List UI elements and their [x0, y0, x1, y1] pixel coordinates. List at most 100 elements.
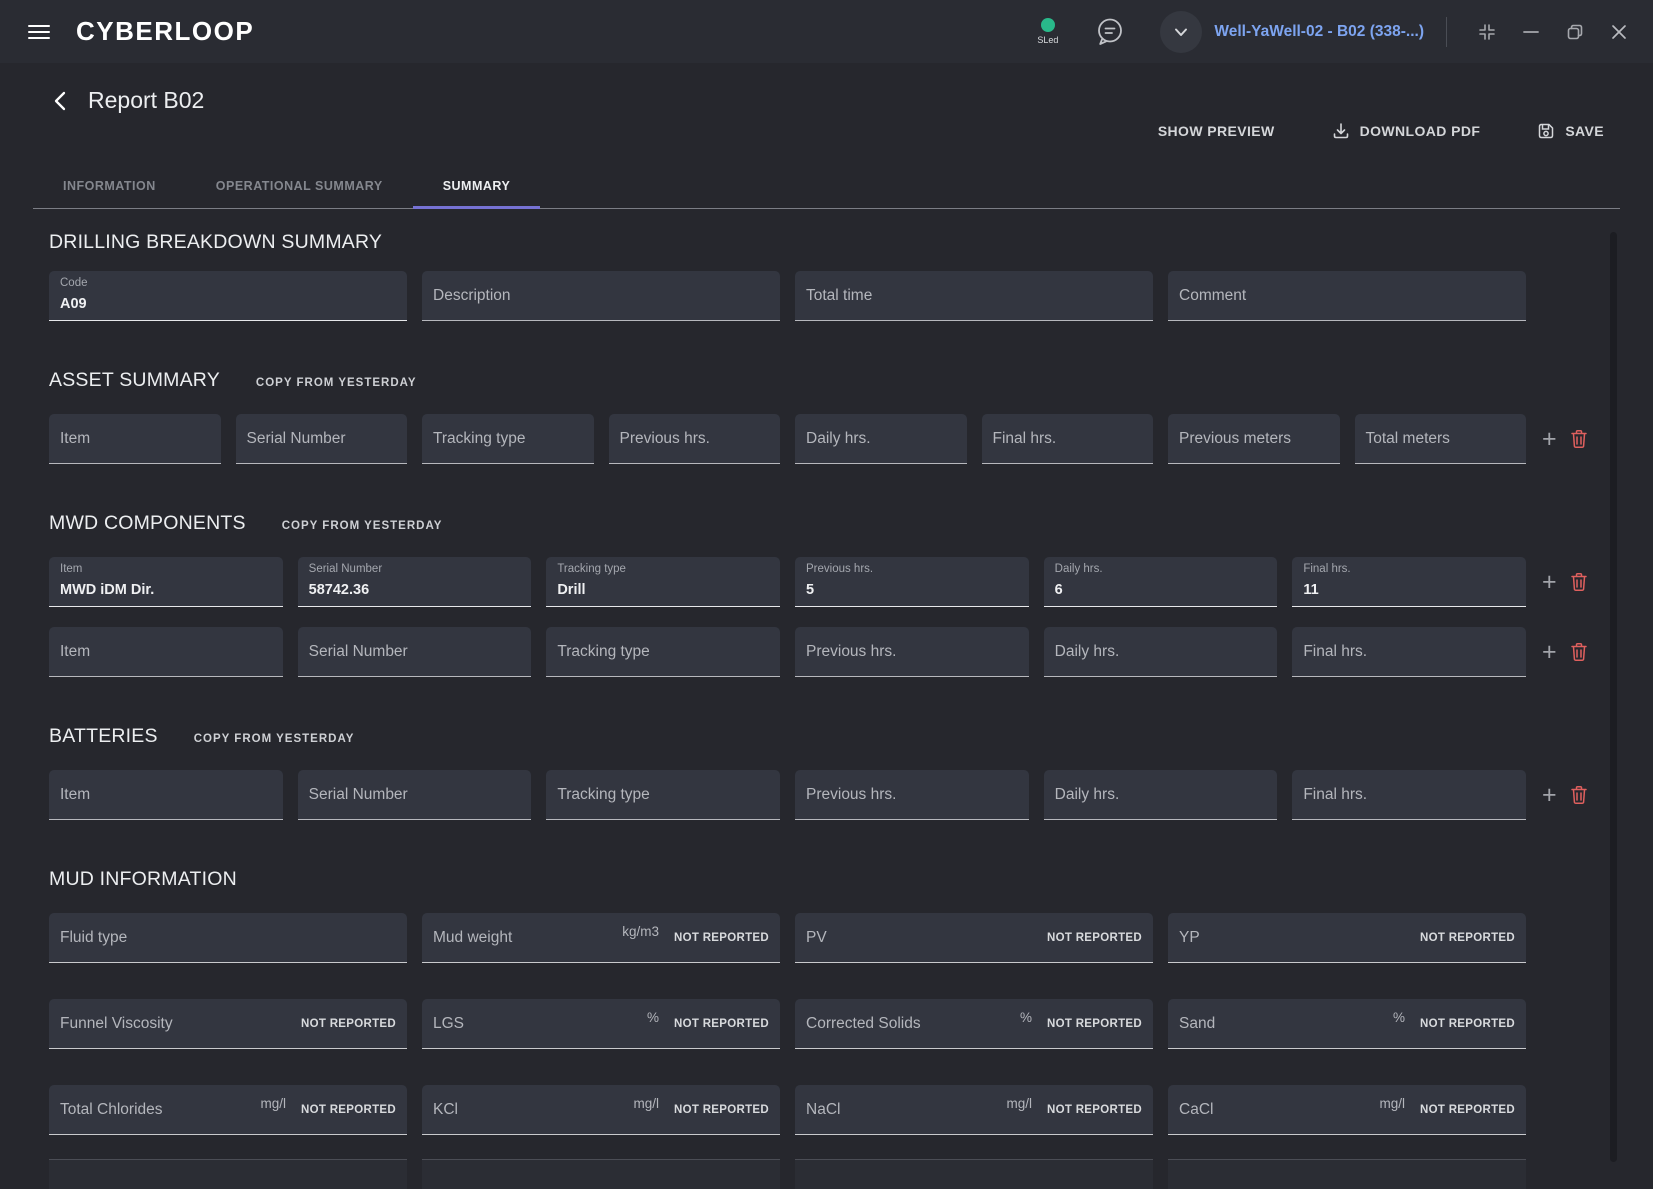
delete-row-button[interactable]	[1570, 785, 1588, 805]
add-row-button[interactable]: +	[1542, 429, 1557, 449]
delete-row-button[interactable]	[1570, 429, 1588, 449]
field-previous-hrs[interactable]: Previous hrs.	[609, 414, 781, 464]
not-reported-badge: NOT REPORTED	[1047, 932, 1142, 944]
connection-status: SLed	[1037, 18, 1058, 45]
tab-summary[interactable]: SUMMARY	[413, 165, 541, 208]
field-kcl[interactable]: KCl mg/l NOT REPORTED	[422, 1085, 780, 1135]
field-tracking-type[interactable]: Tracking type Drill	[546, 557, 780, 607]
field-daily-hrs[interactable]: Daily hrs.	[1044, 627, 1278, 677]
mud-row-4-partial	[49, 1159, 1526, 1189]
show-preview-button[interactable]: SHOW PREVIEW	[1158, 123, 1275, 139]
field-label: KCl	[433, 1101, 458, 1119]
well-selector-label[interactable]: Well-YaWell-02 - B02 (338-...)	[1214, 23, 1424, 41]
field-previous-meters[interactable]: Previous meters	[1168, 414, 1340, 464]
field-partial[interactable]	[49, 1159, 407, 1189]
field-final-hrs[interactable]: Final hrs.	[982, 414, 1154, 464]
not-reported-badge: NOT REPORTED	[674, 932, 769, 944]
tab-information[interactable]: INFORMATION	[33, 165, 186, 208]
field-label: Mud weight	[433, 929, 512, 947]
field-cacl[interactable]: CaCl mg/l NOT REPORTED	[1168, 1085, 1526, 1135]
copy-from-yesterday-button[interactable]: COPY FROM YESTERDAY	[256, 377, 417, 389]
section-title-mwd-components: MWD COMPONENTS	[49, 512, 246, 535]
topbar-right-cluster: SLed Well-YaWell-02 - B02 (338-...)	[1037, 11, 1653, 53]
copy-from-yesterday-button[interactable]: COPY FROM YESTERDAY	[194, 733, 355, 745]
field-final-hrs[interactable]: Final hrs.	[1292, 627, 1526, 677]
field-previous-hrs[interactable]: Previous hrs. 5	[795, 557, 1029, 607]
field-code[interactable]: Code A09	[49, 271, 407, 321]
field-pv[interactable]: PV NOT REPORTED	[795, 913, 1153, 963]
back-button[interactable]	[49, 89, 73, 113]
copy-from-yesterday-button[interactable]: COPY FROM YESTERDAY	[282, 520, 443, 532]
field-serial-number[interactable]: Serial Number	[298, 770, 532, 820]
field-label: PV	[806, 929, 827, 947]
not-reported-badge: NOT REPORTED	[1047, 1018, 1142, 1030]
field-funnel-viscosity[interactable]: Funnel Viscosity NOT REPORTED	[49, 999, 407, 1049]
field-serial-number[interactable]: Serial Number	[298, 627, 532, 677]
field-item[interactable]: Item MWD iDM Dir.	[49, 557, 283, 607]
field-total-meters[interactable]: Total meters	[1355, 414, 1527, 464]
field-partial[interactable]	[795, 1159, 1153, 1189]
field-previous-hrs[interactable]: Previous hrs.	[795, 627, 1029, 677]
field-placeholder: Item	[60, 643, 90, 661]
field-label: Tracking type	[557, 563, 626, 575]
field-serial-number[interactable]: Serial Number	[236, 414, 408, 464]
field-label: Serial Number	[309, 563, 383, 575]
field-final-hrs[interactable]: Final hrs.	[1292, 770, 1526, 820]
mud-row-3: Total Chlorides mg/l NOT REPORTED KCl mg…	[49, 1085, 1526, 1135]
field-serial-number[interactable]: Serial Number 58742.36	[298, 557, 532, 607]
section-title-asset-summary: ASSET SUMMARY	[49, 369, 220, 392]
topbar-divider	[1446, 17, 1447, 47]
save-button[interactable]: SAVE	[1536, 121, 1604, 141]
field-lgs[interactable]: LGS % NOT REPORTED	[422, 999, 780, 1049]
scrollbar[interactable]	[1610, 232, 1617, 1162]
minimize-icon[interactable]	[1523, 30, 1539, 34]
hamburger-menu-icon[interactable]	[28, 24, 50, 40]
chat-icon[interactable]	[1094, 16, 1126, 48]
field-value: 58742.36	[309, 582, 369, 598]
field-partial[interactable]	[422, 1159, 780, 1189]
field-placeholder: Previous hrs.	[620, 430, 710, 448]
field-daily-hrs[interactable]: Daily hrs. 6	[1044, 557, 1278, 607]
field-daily-hrs[interactable]: Daily hrs.	[795, 414, 967, 464]
field-tracking-type[interactable]: Tracking type	[546, 770, 780, 820]
field-final-hrs[interactable]: Final hrs. 11	[1292, 557, 1526, 607]
tab-operational-summary[interactable]: OPERATIONAL SUMMARY	[186, 165, 413, 208]
field-corrected-solids[interactable]: Corrected Solids % NOT REPORTED	[795, 999, 1153, 1049]
exit-fullscreen-icon[interactable]	[1477, 22, 1497, 42]
field-previous-hrs[interactable]: Previous hrs.	[795, 770, 1029, 820]
field-sand[interactable]: Sand % NOT REPORTED	[1168, 999, 1526, 1049]
field-mud-weight[interactable]: Mud weight kg/m3 NOT REPORTED	[422, 913, 780, 963]
delete-row-button[interactable]	[1570, 642, 1588, 662]
add-row-button[interactable]: +	[1542, 785, 1557, 805]
field-placeholder: Daily hrs.	[1055, 643, 1120, 661]
unit-label: mg/l	[261, 1096, 287, 1111]
close-icon[interactable]	[1611, 24, 1627, 40]
field-total-chlorides[interactable]: Total Chlorides mg/l NOT REPORTED	[49, 1085, 407, 1135]
field-item[interactable]: Item	[49, 414, 221, 464]
field-nacl[interactable]: NaCl mg/l NOT REPORTED	[795, 1085, 1153, 1135]
trash-icon	[1570, 785, 1588, 805]
delete-row-button[interactable]	[1570, 572, 1588, 592]
field-daily-hrs[interactable]: Daily hrs.	[1044, 770, 1278, 820]
status-dot-icon	[1041, 18, 1055, 32]
field-description[interactable]: Description	[422, 271, 780, 321]
field-value: A09	[60, 296, 87, 312]
field-yp[interactable]: YP NOT REPORTED	[1168, 913, 1526, 963]
add-row-button[interactable]: +	[1542, 642, 1557, 662]
field-value: 11	[1303, 582, 1318, 598]
field-tracking-type[interactable]: Tracking type	[422, 414, 594, 464]
field-placeholder: Serial Number	[309, 643, 408, 661]
download-pdf-button[interactable]: DOWNLOAD PDF	[1331, 121, 1481, 141]
field-comment[interactable]: Comment	[1168, 271, 1526, 321]
field-item[interactable]: Item	[49, 627, 283, 677]
add-row-button[interactable]: +	[1542, 572, 1557, 592]
well-selector-dropdown[interactable]	[1160, 11, 1202, 53]
field-tracking-type[interactable]: Tracking type	[546, 627, 780, 677]
field-placeholder: Final hrs.	[993, 430, 1057, 448]
maximize-restore-icon[interactable]	[1565, 22, 1585, 42]
field-fluid-type[interactable]: Fluid type	[49, 913, 407, 963]
chevron-down-icon	[1170, 21, 1192, 43]
field-item[interactable]: Item	[49, 770, 283, 820]
field-partial[interactable]	[1168, 1159, 1526, 1189]
field-total-time[interactable]: Total time	[795, 271, 1153, 321]
